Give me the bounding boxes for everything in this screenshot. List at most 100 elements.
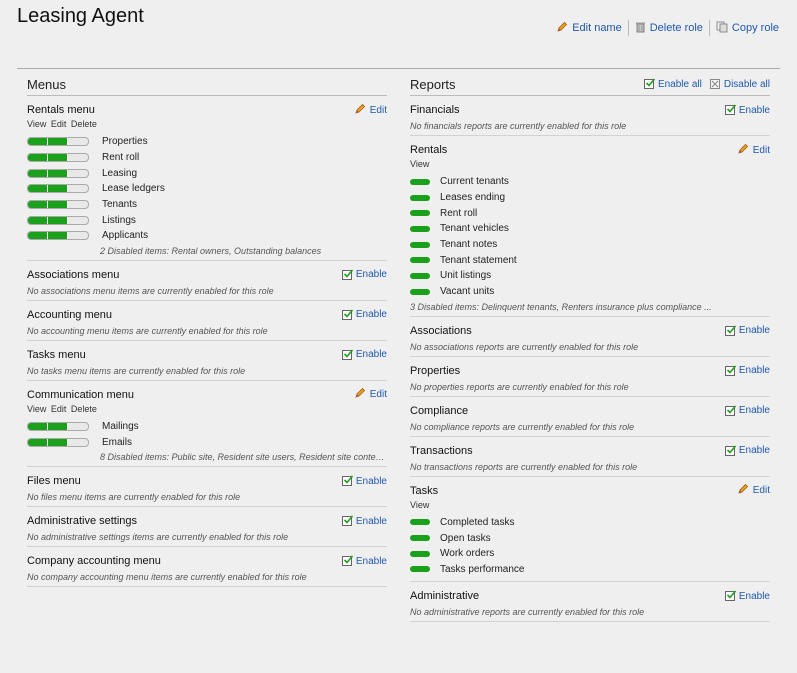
enabled-indicator	[410, 272, 430, 279]
level-segment	[28, 185, 48, 193]
empty-message: No properties reports are currently enab…	[410, 381, 629, 392]
section-header: Associations menu Enable	[27, 267, 387, 283]
trash-icon	[635, 21, 646, 36]
item-label: Tenants	[102, 199, 138, 211]
list-item: Tasks performance	[410, 562, 770, 578]
enable-button[interactable]: Enable	[724, 324, 770, 336]
enable-label: Enable	[738, 365, 770, 376]
checkbox-checked-icon	[724, 444, 736, 456]
permission-level-bar	[27, 437, 89, 447]
list-item: Tenants	[27, 197, 387, 213]
level-segment	[48, 138, 68, 146]
enable-button[interactable]: Enable	[341, 309, 387, 320]
list-item: Leases ending	[410, 190, 770, 206]
enabled-items: Completed tasks Open tasks Work orders Task…	[410, 515, 770, 578]
list-item: Tenant vehicles	[410, 221, 770, 237]
delete-role-label: Delete role	[649, 22, 703, 34]
checkbox-checked-icon	[341, 475, 353, 487]
checkbox-checked-icon	[341, 515, 353, 527]
enable-button[interactable]: Enable	[724, 404, 770, 416]
level-segment	[68, 217, 88, 224]
permission-label: View	[410, 159, 430, 169]
enable-button[interactable]: Enable	[341, 269, 387, 280]
delete-role-button[interactable]: Delete role	[635, 21, 703, 36]
permission-level-bar	[27, 215, 89, 225]
enable-button[interactable]: Enable	[341, 555, 387, 567]
list-item: Open tasks	[410, 530, 770, 546]
role-actions: Edit name Delete role Copy role	[556, 20, 779, 36]
enabled-indicator	[410, 288, 430, 295]
copy-role-button[interactable]: Copy role	[716, 21, 779, 36]
checkbox-checked-icon	[724, 364, 736, 376]
section-header: Tasks menu Enable	[27, 347, 387, 363]
item-label: Mailings	[102, 421, 139, 433]
level-segment	[68, 185, 88, 192]
enable-button[interactable]: Enable	[724, 590, 770, 602]
list-item: Mailings	[27, 419, 387, 435]
level-segment	[28, 423, 48, 431]
menus-header: Menus	[27, 73, 387, 96]
edit-button[interactable]: Edit	[354, 387, 387, 402]
enable-label: Enable	[355, 475, 387, 487]
checkbox-checked-icon	[724, 404, 736, 416]
enable-button[interactable]: Enable	[341, 475, 387, 487]
level-segment	[48, 201, 68, 209]
enable-all-button[interactable]: Enable all	[643, 78, 702, 90]
section-title: Files menu	[27, 475, 81, 488]
section-header: Communication menu Edit	[27, 387, 387, 403]
level-segment	[48, 232, 68, 240]
role-section: Company accounting menu Enable No company …	[27, 547, 387, 588]
section-header: Properties Enable	[410, 363, 770, 379]
level-segment	[68, 232, 88, 239]
level-segment	[48, 185, 68, 193]
pencil-icon	[556, 21, 568, 36]
edit-button[interactable]: Edit	[354, 103, 387, 118]
section-title: Company accounting menu	[27, 555, 161, 568]
enable-label: Enable	[738, 590, 770, 602]
item-label: Tenant statement	[440, 254, 517, 266]
item-label: Lease ledgers	[102, 183, 165, 195]
edit-label: Edit	[369, 389, 387, 401]
edit-button[interactable]: Edit	[737, 483, 770, 498]
menus-title: Menus	[27, 76, 67, 92]
section-title: Tasks	[410, 484, 439, 497]
list-item: Applicants	[27, 228, 387, 244]
section-title: Associations	[410, 324, 472, 337]
section-header: Files menu Enable	[27, 473, 387, 489]
permission-level-bar	[27, 184, 89, 194]
list-item: Emails	[27, 435, 387, 451]
edit-name-button[interactable]: Edit name	[556, 21, 622, 36]
enable-button[interactable]: Enable	[724, 444, 770, 456]
enable-button[interactable]: Enable	[724, 104, 770, 116]
disable-all-button[interactable]: Disable all	[709, 79, 770, 90]
checkbox-checked-icon	[341, 309, 353, 320]
edit-button[interactable]: Edit	[737, 143, 770, 158]
enabled-indicator	[410, 550, 430, 557]
section-title: Rentals	[410, 144, 448, 156]
checkbox-checked-icon	[724, 590, 736, 602]
level-segment	[68, 423, 88, 430]
enable-label: Enable	[738, 325, 770, 336]
enable-label: Enable	[355, 349, 387, 361]
section-title: Financials	[410, 104, 460, 116]
page-title: Leasing Agent	[17, 5, 144, 27]
checkbox-checked-icon	[724, 104, 736, 115]
enable-button[interactable]: Enable	[341, 349, 387, 361]
disabled-items-note: 8 Disabled items: Public site, Resident …	[100, 452, 387, 463]
empty-message: No files menu items are currently enable…	[27, 492, 241, 503]
enabled-indicator	[410, 225, 430, 232]
checkbox-x-icon	[709, 79, 720, 89]
empty-message: No associations menu items are currently…	[27, 285, 274, 296]
divider	[17, 68, 780, 69]
permission-label: View	[27, 119, 47, 129]
copy-icon	[716, 21, 728, 36]
section-header: Rentals Edit	[410, 142, 770, 158]
enable-button[interactable]: Enable	[724, 364, 770, 376]
section-header: Compliance Enable	[410, 403, 770, 419]
level-segment	[28, 216, 48, 224]
list-item: Rent roll	[410, 205, 770, 221]
reports-sections: Financials Enable No financials reports ar…	[410, 96, 770, 623]
enable-button[interactable]: Enable	[341, 515, 387, 527]
list-item: Tenant notes	[410, 237, 770, 253]
enabled-items: Mailings Emails	[27, 419, 387, 450]
